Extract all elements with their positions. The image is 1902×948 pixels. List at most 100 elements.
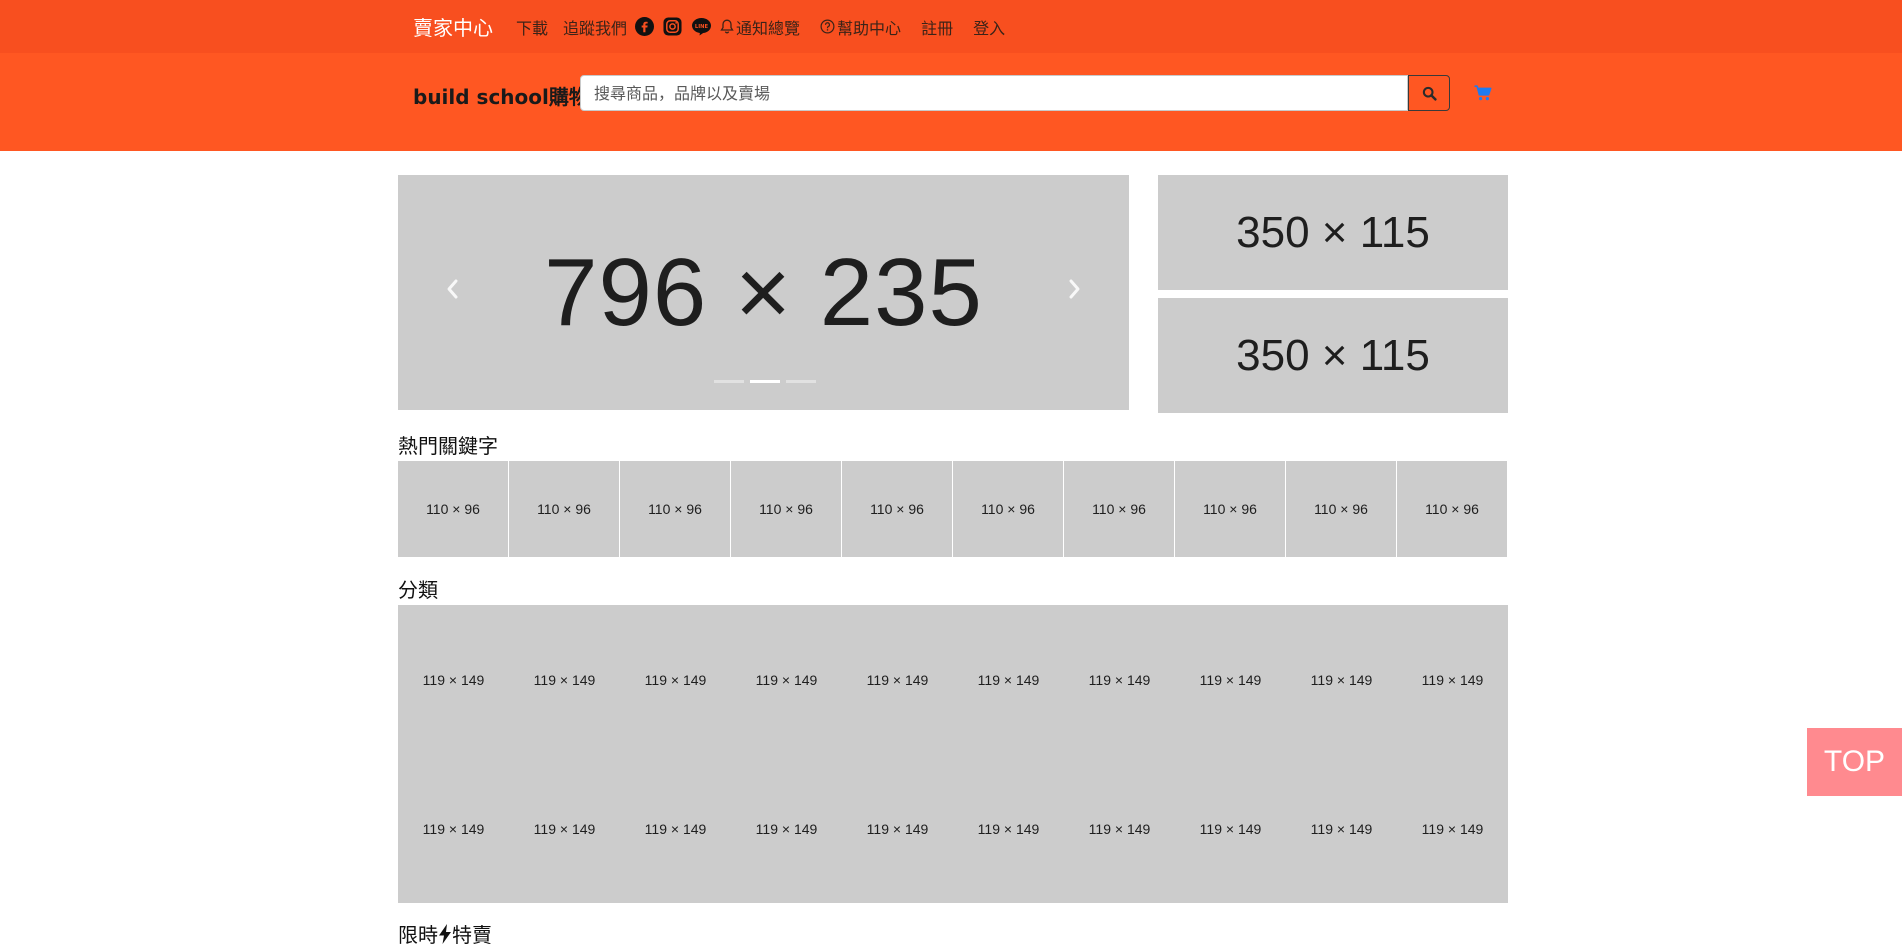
keyword-tile-label: 110 × 96 <box>1203 501 1257 517</box>
brand-logo[interactable]: build school購物 <box>413 81 589 110</box>
keyword-tile[interactable]: 110 × 96 <box>842 461 953 557</box>
category-tile-label: 119 × 149 <box>866 820 929 837</box>
keyword-tile-label: 110 × 96 <box>759 501 813 517</box>
category-tile-label: 119 × 149 <box>533 820 596 837</box>
keyword-tile-label: 110 × 96 <box>870 501 924 517</box>
seller-center-link[interactable]: 賣家中心 <box>413 12 493 41</box>
category-tile-label: 119 × 149 <box>422 820 485 837</box>
category-tile-label: 119 × 149 <box>755 820 818 837</box>
search-button[interactable] <box>1408 75 1450 111</box>
keyword-tile-label: 110 × 96 <box>537 501 591 517</box>
category-tile[interactable]: 119 × 149 <box>1175 754 1286 903</box>
instagram-icon[interactable] <box>663 17 682 36</box>
search-input[interactable] <box>580 75 1408 111</box>
question-circle-icon <box>820 19 835 34</box>
keyword-tile-label: 110 × 96 <box>1092 501 1146 517</box>
category-tile[interactable]: 119 × 149 <box>842 754 953 903</box>
side-banner-label: 350 × 115 <box>1236 207 1430 257</box>
category-tile[interactable]: 119 × 149 <box>1175 605 1286 754</box>
notifications-link[interactable]: 通知總覽 <box>720 15 800 39</box>
category-tile-label: 119 × 149 <box>1088 820 1151 837</box>
category-tile[interactable]: 119 × 149 <box>1397 605 1508 754</box>
social-links: LINE <box>635 17 712 36</box>
keyword-tile[interactable]: 110 × 96 <box>1397 461 1507 557</box>
svg-text:LINE: LINE <box>695 24 709 30</box>
keyword-tile[interactable]: 110 × 96 <box>509 461 620 557</box>
category-tile[interactable]: 119 × 149 <box>842 605 953 754</box>
category-tile-label: 119 × 149 <box>1310 820 1373 837</box>
carousel-indicator-3[interactable] <box>786 380 816 383</box>
category-tile[interactable]: 119 × 149 <box>509 754 620 903</box>
keyword-tile[interactable]: 110 × 96 <box>620 461 731 557</box>
line-icon[interactable]: LINE <box>691 17 712 36</box>
keyword-tile[interactable]: 110 × 96 <box>1175 461 1286 557</box>
carousel-indicator-1[interactable] <box>714 380 744 383</box>
keyword-tile-label: 110 × 96 <box>648 501 702 517</box>
register-link[interactable]: 註冊 <box>921 15 953 39</box>
category-tile-label: 119 × 149 <box>644 820 707 837</box>
notifications-label: 通知總覽 <box>736 18 801 38</box>
download-link[interactable]: 下載 <box>516 15 548 39</box>
category-tile-label: 119 × 149 <box>1421 820 1484 837</box>
category-tile[interactable]: 119 × 149 <box>398 605 509 754</box>
category-tile[interactable]: 119 × 149 <box>953 605 1064 754</box>
keyword-tile-label: 110 × 96 <box>1425 501 1479 517</box>
side-banner-label: 350 × 115 <box>1236 330 1430 380</box>
category-tile[interactable]: 119 × 149 <box>1286 605 1397 754</box>
category-tile[interactable]: 119 × 149 <box>398 754 509 903</box>
keyword-tile-label: 110 × 96 <box>981 501 1035 517</box>
carousel-indicators <box>711 380 819 383</box>
category-tile[interactable]: 119 × 149 <box>1397 754 1508 903</box>
carousel-indicator-2[interactable] <box>750 380 780 383</box>
chevron-left-icon <box>447 279 458 299</box>
hot-keywords-row: 110 × 96 110 × 96 110 × 96 110 × 96 110 … <box>398 461 1508 557</box>
category-tile-label: 119 × 149 <box>1421 671 1484 688</box>
hero-carousel[interactable]: 796 × 235 <box>398 175 1129 410</box>
category-tile[interactable]: 119 × 149 <box>1064 754 1175 903</box>
category-tile[interactable]: 119 × 149 <box>731 605 842 754</box>
chevron-right-icon <box>1069 279 1080 299</box>
keyword-tile[interactable]: 110 × 96 <box>1286 461 1397 557</box>
category-tile-label: 119 × 149 <box>1088 671 1151 688</box>
back-to-top-button[interactable]: TOP <box>1807 728 1902 796</box>
category-tile-label: 119 × 149 <box>1199 671 1262 688</box>
help-center-link[interactable]: 幫助中心 <box>820 15 901 39</box>
category-tile-label: 119 × 149 <box>977 820 1040 837</box>
category-tile[interactable]: 119 × 149 <box>1286 754 1397 903</box>
side-banner-top[interactable]: 350 × 115 <box>1158 175 1508 290</box>
category-tile[interactable]: 119 × 149 <box>1064 605 1175 754</box>
carousel-next-button[interactable] <box>1068 278 1082 305</box>
category-tile-label: 119 × 149 <box>422 671 485 688</box>
category-row: 119 × 149 119 × 149 119 × 149 119 × 149 … <box>398 605 1508 754</box>
help-center-label: 幫助中心 <box>837 18 902 38</box>
category-tile[interactable]: 119 × 149 <box>620 605 731 754</box>
shopping-cart-icon <box>1474 85 1492 101</box>
category-tile-label: 119 × 149 <box>644 671 707 688</box>
search-icon <box>1422 86 1437 101</box>
category-tile[interactable]: 119 × 149 <box>731 754 842 903</box>
keyword-tile[interactable]: 110 × 96 <box>953 461 1064 557</box>
top-nav: 賣家中心 下載 追蹤我們 LINE 通知總覽 幫助中心 註冊 登入 <box>413 0 1020 53</box>
category-tile-label: 119 × 149 <box>1310 671 1373 688</box>
bell-icon <box>720 19 734 34</box>
follow-us-label: 追蹤我們 <box>563 18 628 38</box>
carousel-prev-button[interactable] <box>445 278 459 305</box>
keyword-tile[interactable]: 110 × 96 <box>731 461 842 557</box>
side-banner-bottom[interactable]: 350 × 115 <box>1158 298 1508 413</box>
category-row: 119 × 149 119 × 149 119 × 149 119 × 149 … <box>398 754 1508 903</box>
category-tile-label: 119 × 149 <box>755 671 818 688</box>
header: build school購物 <box>0 53 1902 151</box>
keyword-tile[interactable]: 110 × 96 <box>398 461 509 557</box>
login-link[interactable]: 登入 <box>973 15 1005 39</box>
cart-button[interactable] <box>1474 85 1492 105</box>
category-tile[interactable]: 119 × 149 <box>620 754 731 903</box>
category-tile-label: 119 × 149 <box>1199 820 1262 837</box>
keyword-tile[interactable]: 110 × 96 <box>1064 461 1175 557</box>
keyword-tile-label: 110 × 96 <box>1314 501 1368 517</box>
category-tile[interactable]: 119 × 149 <box>509 605 620 754</box>
facebook-icon[interactable] <box>635 17 655 36</box>
category-tile-label: 119 × 149 <box>533 671 596 688</box>
category-tile[interactable]: 119 × 149 <box>953 754 1064 903</box>
carousel-slide-label: 796 × 235 <box>544 238 983 346</box>
lightning-bolt-icon <box>439 923 451 944</box>
